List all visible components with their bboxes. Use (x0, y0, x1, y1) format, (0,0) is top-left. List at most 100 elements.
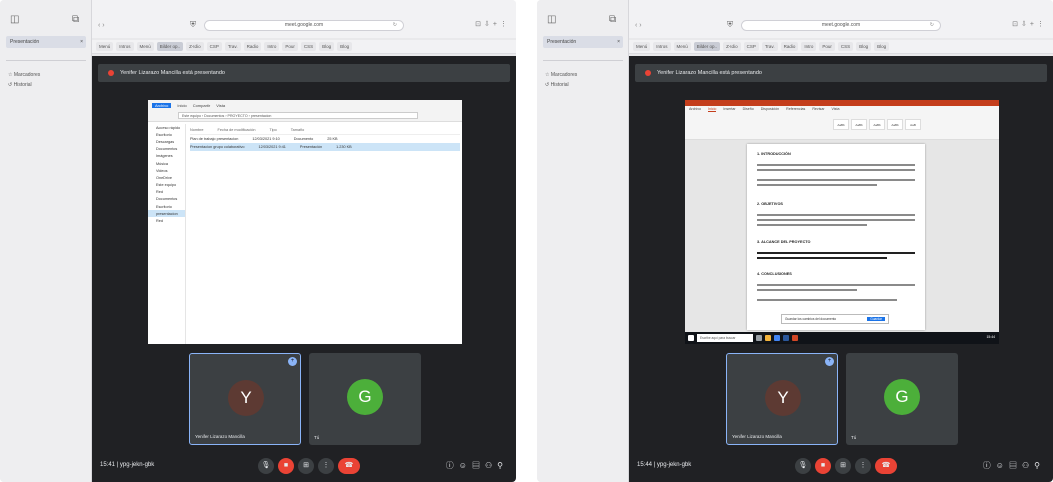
word-page[interactable]: 1. INTRODUCCIÓN 2. OBJETIVOS 3. ALCANCE … (747, 144, 925, 330)
bookmark-item[interactable]: Blog (319, 42, 335, 51)
bookmark-item[interactable]: Menú (633, 42, 651, 51)
toolbar-icons[interactable]: ⊡⇩+⋮ (1012, 20, 1047, 28)
participant-tile[interactable]: + Y Yenifer Lizarazo Mancilla (189, 353, 301, 445)
table-row[interactable]: Presentacion grupo colaborativo 12/03/202… (190, 143, 460, 151)
more-icon[interactable]: ⋮ (855, 458, 871, 474)
info-icon[interactable]: ⓘ (983, 461, 996, 470)
participant-tile[interactable]: G Tú (309, 353, 421, 445)
style-heading2[interactable]: AaBb (887, 119, 903, 130)
lock-icon[interactable]: ⚲ (1034, 461, 1045, 470)
explorer-nav-item[interactable]: OneDrive (148, 174, 185, 181)
camera-icon[interactable]: ■ (278, 458, 294, 474)
toolbar-icons[interactable]: ⊡⇩+⋮ (475, 20, 510, 28)
table-row[interactable]: Plan de trabajo presentacion 12/03/2021 9… (190, 135, 460, 143)
sidebar-item-bookmarks[interactable]: ☆ Marcadores (8, 72, 40, 78)
tabs-icon[interactable]: ⧉ (72, 14, 79, 25)
explorer-nav-item[interactable]: Escritorio (148, 203, 185, 210)
word-tab[interactable]: Referencias (786, 107, 805, 112)
word-tab[interactable]: Revisar (812, 107, 824, 112)
pin-icon[interactable]: + (825, 357, 834, 366)
bookmark-item[interactable]: Intro (801, 42, 817, 51)
powerpoint-icon[interactable] (792, 335, 798, 341)
close-icon[interactable]: × (617, 39, 620, 45)
word-tab[interactable]: Diseño (743, 107, 754, 112)
explorer-nav-item[interactable]: Documentos (148, 196, 185, 203)
bookmark-item[interactable]: Radio (780, 42, 799, 51)
bookmark-item[interactable]: Bilder op.. (156, 42, 184, 51)
activities-icon[interactable]: ⚇ (1022, 461, 1034, 470)
more-icon[interactable]: ⋮ (318, 458, 334, 474)
activities-icon[interactable]: ⚇ (485, 461, 497, 470)
explorer-column-header[interactable]: Nombre (190, 128, 204, 132)
explorer-path[interactable]: Este equipo › Documentos › PROYECTO › pr… (178, 112, 418, 119)
bookmark-item[interactable]: Blog (856, 42, 872, 51)
chat-icon[interactable]: ▤ (1009, 461, 1022, 470)
people-icon[interactable]: ☺ (459, 461, 472, 470)
shield-icon[interactable]: ⛨ (727, 20, 733, 30)
info-icon[interactable]: ⓘ (446, 461, 459, 470)
taskview-icon[interactable] (756, 335, 762, 341)
explorer-tab[interactable]: Archivo (152, 103, 172, 108)
bookmark-item[interactable]: Blog (337, 42, 353, 51)
taskbar-search[interactable]: Escribe aquí para buscar (697, 334, 753, 342)
explorer-tab[interactable]: Vista (216, 103, 225, 108)
bookmark-item[interactable]: Z-Idio (723, 42, 741, 51)
bookmark-item[interactable]: Pour (282, 42, 298, 51)
bookmark-item[interactable]: Menú (136, 42, 154, 51)
participant-tile[interactable]: + Y Yenifer Lizarazo Mancilla (726, 353, 838, 445)
bookmark-item[interactable]: Intro (264, 42, 280, 51)
hangup-icon[interactable]: ☎ (875, 458, 897, 474)
back-forward-icon[interactable]: ‹ › (635, 22, 642, 29)
word-tab[interactable]: Inicio (707, 107, 717, 112)
style-heading1[interactable]: AaBb (869, 119, 885, 130)
explorer-nav-item[interactable]: Red (148, 217, 185, 224)
bookmark-item[interactable]: Intros (116, 42, 134, 51)
explorer-column-header[interactable]: Tipo (270, 128, 277, 132)
shield-icon[interactable]: ⛨ (190, 20, 196, 30)
bookmark-item[interactable]: Menú (96, 42, 114, 51)
explorer-nav-item[interactable]: Escritorio (148, 131, 185, 138)
address-bar[interactable]: meet.google.com ↻ (204, 20, 404, 31)
reload-icon[interactable]: ↻ (930, 21, 934, 30)
windows-icon[interactable] (688, 335, 694, 341)
sidebar-item-history[interactable]: ↺ Historial (545, 82, 569, 88)
word-tab[interactable]: Disposición (761, 107, 779, 112)
bookmark-item[interactable]: CSS (837, 42, 854, 51)
explorer-nav-item[interactable]: Documentos (148, 146, 185, 153)
reload-icon[interactable]: ↻ (393, 21, 397, 30)
chat-icon[interactable]: ▤ (472, 461, 485, 470)
address-bar[interactable]: meet.google.com ↻ (741, 20, 941, 31)
explorer-nav-item[interactable]: Este equipo (148, 182, 185, 189)
mic-icon[interactable]: 🎙 (258, 458, 274, 474)
bookmark-item[interactable]: CSP (743, 42, 759, 51)
word-tab[interactable]: Archivo (689, 107, 701, 112)
tabs-icon[interactable]: ⧉ (609, 14, 616, 25)
back-forward-icon[interactable]: ‹ › (98, 22, 105, 29)
explorer-nav-item[interactable]: Videos (148, 167, 185, 174)
explorer-nav-item[interactable]: Música (148, 160, 185, 167)
camera-icon[interactable]: ■ (815, 458, 831, 474)
explorer-column-header[interactable]: Fecha de modificación (218, 128, 256, 132)
explorer-tab[interactable]: Inicio (177, 103, 186, 108)
folder-icon[interactable] (765, 335, 771, 341)
explorer-column-header[interactable]: Tamaño (291, 128, 305, 132)
explorer-nav-item[interactable]: Descargas (148, 138, 185, 145)
lock-icon[interactable]: ⚲ (497, 461, 508, 470)
explorer-nav-item[interactable]: presentacion (148, 210, 185, 218)
mic-icon[interactable]: 🎙 (795, 458, 811, 474)
save-button[interactable]: Guardar (867, 317, 885, 321)
participant-tile[interactable]: G Tú (846, 353, 958, 445)
sidebar-toggle-icon[interactable]: ◫ (10, 14, 19, 25)
close-icon[interactable]: × (80, 39, 83, 45)
bookmark-item[interactable]: Trav. (761, 42, 778, 51)
explorer-nav-item[interactable]: Imágenes (148, 153, 185, 160)
bookmark-item[interactable]: Trav. (224, 42, 241, 51)
bookmark-item[interactable]: CSP (206, 42, 222, 51)
present-icon[interactable]: ⊞ (835, 458, 851, 474)
word-tab[interactable]: Insertar (723, 107, 735, 112)
present-icon[interactable]: ⊞ (298, 458, 314, 474)
sidebar-toggle-icon[interactable]: ◫ (547, 14, 556, 25)
browser-icon[interactable] (774, 335, 780, 341)
word-tab[interactable]: Vista (832, 107, 840, 112)
pin-icon[interactable]: + (288, 357, 297, 366)
